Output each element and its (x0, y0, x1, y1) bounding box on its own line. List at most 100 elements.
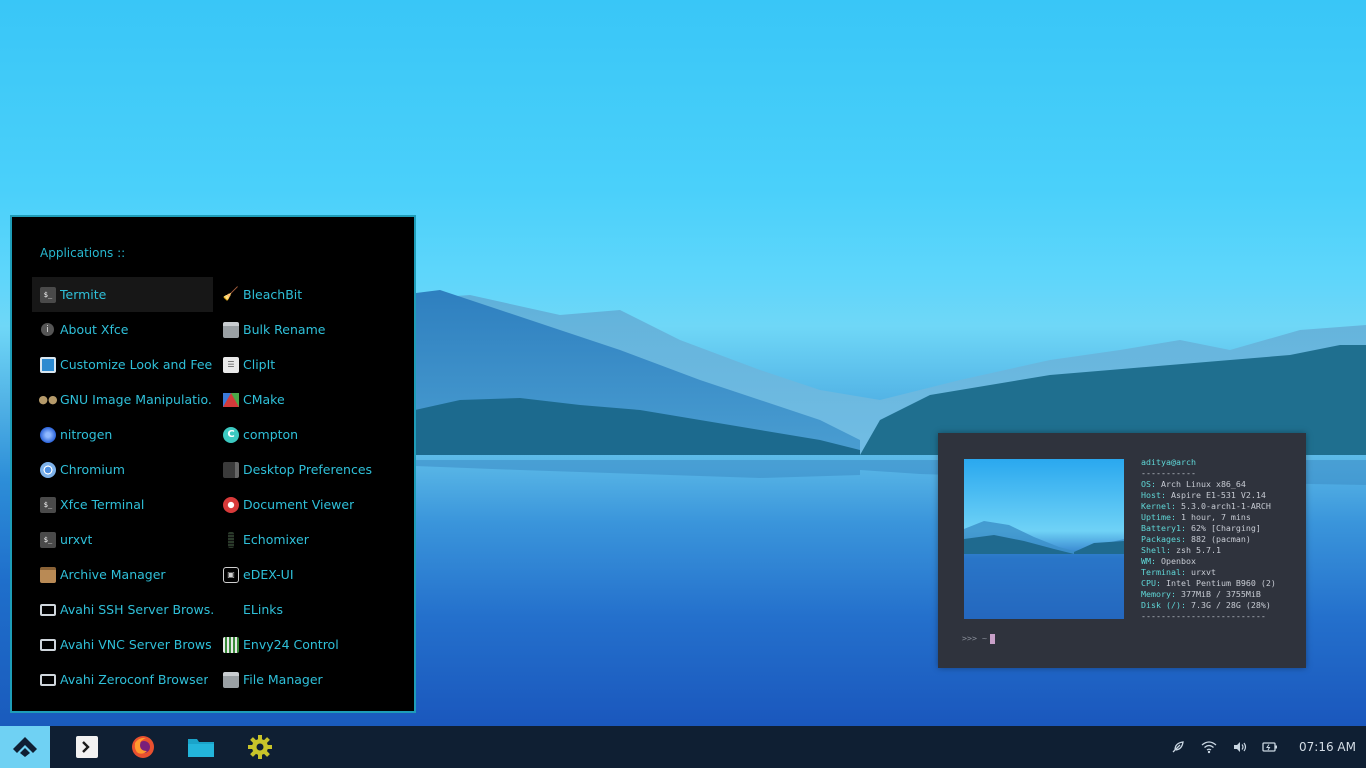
taskbar-settings-button[interactable] (239, 726, 281, 768)
clock[interactable]: 07:16 AM (1299, 726, 1356, 768)
info-key: Terminal (1141, 567, 1181, 577)
archive-icon (40, 566, 56, 583)
menu-item-avahi-vnc[interactable]: Avahi VNC Server Brows... (32, 627, 213, 662)
tray-volume-button[interactable] (1230, 726, 1250, 768)
neofetch-wallpaper-thumbnail (964, 459, 1124, 619)
chromium-icon (40, 461, 56, 478)
info-value: 62% [Charging] (1190, 523, 1261, 533)
neofetch-info: aditya@arch ----------- OS: Arch Linux x… (1141, 457, 1276, 622)
tray-feather-button[interactable] (1168, 726, 1188, 768)
menu-item-label: nitrogen (60, 427, 113, 442)
menu-item-bulk-rename[interactable]: Bulk Rename (215, 312, 396, 347)
menu-item-label: urxvt (60, 532, 93, 547)
info-key: Memory (1141, 589, 1171, 599)
info-value: 1 hour, 7 mins (1180, 512, 1251, 522)
terminal-icon (76, 736, 98, 758)
wifi-icon (1201, 741, 1217, 754)
menu-item-echomixer[interactable]: Echomixer (215, 522, 396, 557)
menu-item-document-viewer[interactable]: Document Viewer (215, 487, 396, 522)
appearance-icon (40, 356, 56, 373)
firefox-icon (132, 736, 154, 758)
taskbar-firefox-button[interactable] (122, 726, 164, 768)
menu-item-chromium[interactable]: Chromium (32, 452, 213, 487)
menu-item-customize-look-and-feel[interactable]: Customize Look and Feel (32, 347, 213, 382)
menu-item-label: Bulk Rename (243, 322, 326, 337)
info-row: Shell: zsh 5.7.1 (1141, 545, 1221, 555)
volume-icon (1234, 742, 1247, 752)
tray-wifi-button[interactable] (1199, 726, 1219, 768)
terminal-window[interactable]: aditya@arch ----------- OS: Arch Linux x… (938, 433, 1306, 668)
menu-item-archive-manager[interactable]: Archive Manager (32, 557, 213, 592)
taskbar-terminal-button[interactable] (66, 726, 108, 768)
user-host: aditya@arch (1141, 457, 1196, 467)
menu-item-urxvt[interactable]: $_ urxvt (32, 522, 213, 557)
menu-item-envy24-control[interactable]: Envy24 Control (215, 627, 396, 662)
menu-item-gimp[interactable]: ●● GNU Image Manipulatio... (32, 382, 213, 417)
info-value: Intel Pentium B960 (2) (1166, 578, 1276, 588)
menu-item-label: Envy24 Control (243, 637, 339, 652)
info-key: Disk (/) (1141, 600, 1181, 610)
info-row: Memory: 377MiB / 3755MiB (1141, 589, 1261, 599)
compton-icon: C (223, 426, 239, 443)
info-row: OS: Arch Linux x86_64 (1141, 479, 1246, 489)
info-row: Kernel: 5.3.0-arch1-1-ARCH (1141, 501, 1271, 511)
menu-item-label: Avahi Zeroconf Browser (60, 672, 209, 687)
menu-item-bleachbit[interactable]: 🧹 BleachBit (215, 277, 396, 312)
menu-item-clipit[interactable]: ☰ ClipIt (215, 347, 396, 382)
network-icon (40, 638, 56, 651)
gimp-icon: ●● (38, 393, 58, 406)
start-menu-button[interactable] (0, 726, 50, 768)
shell-prompt[interactable]: >>> ~ (962, 633, 995, 644)
applications-menu: Applications :: $_ Termite i About Xfce … (10, 215, 416, 713)
menu-item-label: Chromium (60, 462, 125, 477)
info-value: Openbox (1161, 556, 1196, 566)
info-value: 5.3.0-arch1-1-ARCH (1180, 501, 1271, 511)
battery-icon (1262, 742, 1277, 752)
folder-icon (188, 739, 214, 757)
menu-item-nitrogen[interactable]: nitrogen (32, 417, 213, 452)
info-value: 377MiB / 3755MiB (1180, 589, 1261, 599)
menu-item-label: CMake (243, 392, 285, 407)
info-key: Battery1 (1141, 523, 1181, 533)
menu-item-avahi-ssh[interactable]: Avahi SSH Server Brows... (32, 592, 213, 627)
menu-item-label: File Manager (243, 672, 323, 687)
broom-icon: 🧹 (222, 287, 240, 302)
menu-item-compton[interactable]: C compton (215, 417, 396, 452)
menu-item-about-xfce[interactable]: i About Xfce (32, 312, 213, 347)
menu-item-file-manager[interactable]: File Manager (215, 662, 396, 697)
file-manager-icon (223, 671, 239, 688)
menu-item-cmake[interactable]: CMake (215, 382, 396, 417)
prompt-text: >>> ~ (962, 633, 987, 643)
info-bottom-rule: ------------------------- (1141, 611, 1266, 621)
menu-item-label: Document Viewer (243, 497, 355, 512)
taskbar-files-button[interactable] (180, 726, 222, 768)
menu-item-edex-ui[interactable]: ▣ eDEX-UI (215, 557, 396, 592)
menu-item-label: Desktop Preferences (243, 462, 373, 477)
menu-item-elinks[interactable]: ELinks (215, 592, 396, 627)
menu-column-left: $_ Termite i About Xfce Customize Look a… (32, 277, 213, 697)
terminal-icon: $_ (40, 496, 56, 513)
info-key: Packages (1141, 534, 1181, 544)
info-key: Uptime (1141, 512, 1171, 522)
document-viewer-icon (223, 496, 239, 513)
info-value: Aspire E1-531 V2.14 (1170, 490, 1266, 500)
info-key: CPU (1141, 578, 1156, 588)
menu-item-label: Customize Look and Feel (60, 357, 213, 372)
info-row: WM: Openbox (1141, 556, 1196, 566)
menu-item-label: eDEX-UI (243, 567, 294, 582)
envy24-icon (223, 636, 239, 653)
menu-item-desktop-preferences[interactable]: Desktop Preferences (215, 452, 396, 487)
taskbar: 07:16 AM (0, 726, 1366, 768)
network-icon (40, 603, 56, 616)
edex-icon: ▣ (223, 566, 239, 583)
arch-mountain-logo-icon (13, 737, 37, 757)
menu-item-label: Avahi VNC Server Brows... (60, 637, 213, 652)
info-row: Battery1: 62% [Charging] (1141, 523, 1261, 533)
menu-item-avahi-zeroconf[interactable]: Avahi Zeroconf Browser (32, 662, 213, 697)
terminal-icon: $_ (40, 286, 56, 303)
menu-item-termite[interactable]: $_ Termite (32, 277, 213, 312)
menu-title: Applications :: (40, 246, 126, 260)
menu-item-xfce-terminal[interactable]: $_ Xfce Terminal (32, 487, 213, 522)
tray-battery-button[interactable] (1260, 726, 1280, 768)
menu-item-label: ClipIt (243, 357, 276, 372)
